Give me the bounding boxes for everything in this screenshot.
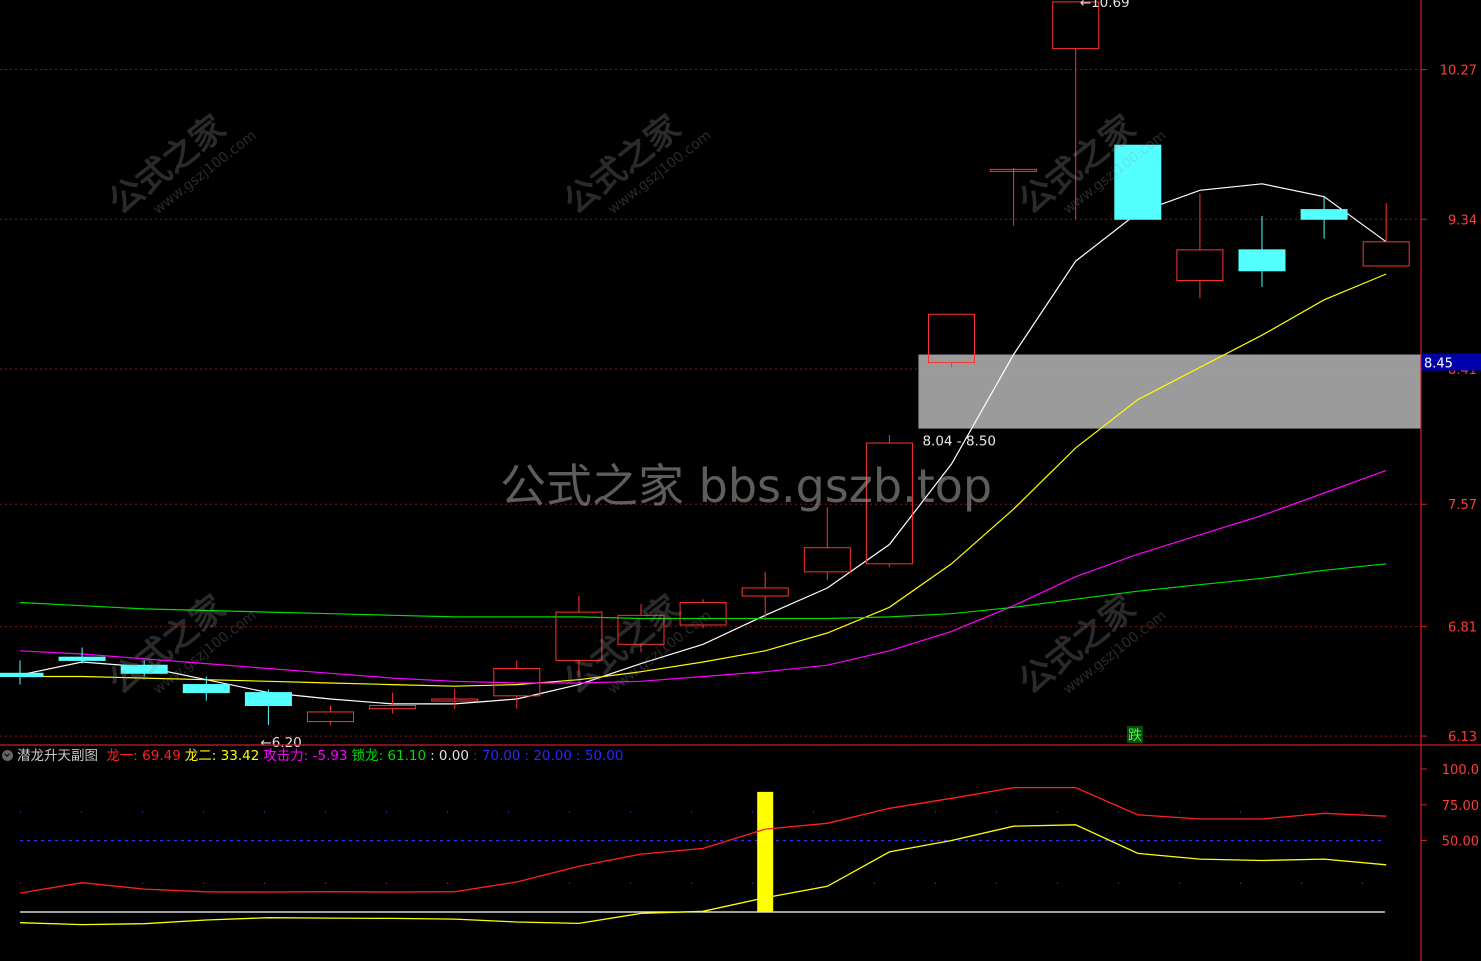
moving-average-line [20, 273, 1387, 687]
sub-series-line [19, 824, 1387, 926]
price-tick-label: 7.57 [1448, 498, 1477, 513]
legend-entry: 龙二: 33.42 [184, 748, 260, 764]
price-tick-label: 10.27 [1440, 64, 1477, 79]
legend-value: : 20.00 [524, 748, 572, 764]
high-price-label: ←10.69 [1080, 0, 1130, 11]
candle-body [0, 672, 44, 678]
candle-body [617, 614, 665, 645]
candle-body [1114, 144, 1162, 220]
legend-value: : 50.00 [575, 748, 624, 764]
legend-entry: 锁龙: 61.10 [351, 748, 427, 764]
current-price-label: 8.45 [1424, 357, 1453, 372]
indicator-legend-bar: 潜龙升天副图 龙一: 69.49 龙二: 33.42 攻击力: -5.93 锁龙: 6… [0, 746, 631, 766]
candle-body [555, 611, 603, 661]
chart-frame [0, 0, 1481, 961]
moving-average-line [19, 469, 1387, 684]
price-tick-label: 6.81 [1448, 621, 1477, 636]
candle-body [182, 684, 230, 694]
indicator-title[interactable]: 潜龙升天副图 [17, 748, 98, 764]
candle-body [58, 656, 106, 661]
indicator-legend: 龙一: 69.49 龙二: 33.42 攻击力: -5.93 锁龙: 61.10: 0… [106, 748, 627, 764]
fall-marker: 跌 [1127, 726, 1143, 744]
price-tick-label: 9.34 [1448, 213, 1477, 228]
sub-tick-label: 50.00 [1442, 835, 1479, 850]
candle-body [1176, 249, 1224, 281]
support-zone-box [918, 354, 1421, 429]
support-zone: 8.04 - 8.50 [918, 354, 1421, 450]
signal-bar [757, 791, 774, 912]
support-zone-label: 8.04 - 8.50 [922, 434, 996, 450]
candle-body [1238, 249, 1286, 272]
candle-body [803, 547, 851, 573]
candle-body [431, 698, 479, 702]
chart-canvas: 8.04 - 8.50 ←10.69←6.20跌 10.279.348.417.… [0, 0, 1481, 961]
legend-value: : 70.00 [472, 748, 521, 764]
candle-body [369, 704, 417, 710]
price-tick-label: 6.13 [1448, 730, 1477, 745]
candle-body [244, 692, 292, 706]
candle-body [679, 601, 727, 626]
legend-value: : 0.00 [430, 748, 469, 764]
sub-tick-label: 75.00 [1442, 799, 1479, 814]
sub-chart-lines [19, 786, 1387, 926]
candle-body [741, 587, 789, 597]
sub-tick-label: 100.0 [1442, 763, 1479, 778]
legend-entry: 龙一: 69.49 [106, 748, 181, 764]
moving-average-line [19, 563, 1387, 620]
price-axis: 10.279.348.417.576.816.138.45 [1421, 64, 1481, 745]
candle-body [120, 664, 168, 674]
fall-marker-text: 跌 [1128, 728, 1142, 744]
candle-body [1300, 209, 1348, 220]
legend-entry: 攻击力: -5.93 [263, 748, 348, 764]
indicator-collapse-icon[interactable] [2, 750, 13, 761]
candle-body [307, 711, 354, 723]
candle-body [865, 442, 913, 565]
sub-chart-grid [20, 811, 1385, 913]
sub-chart-axis: 100.0 75.00 50.00 [1421, 763, 1479, 850]
candle-body [1362, 241, 1410, 267]
